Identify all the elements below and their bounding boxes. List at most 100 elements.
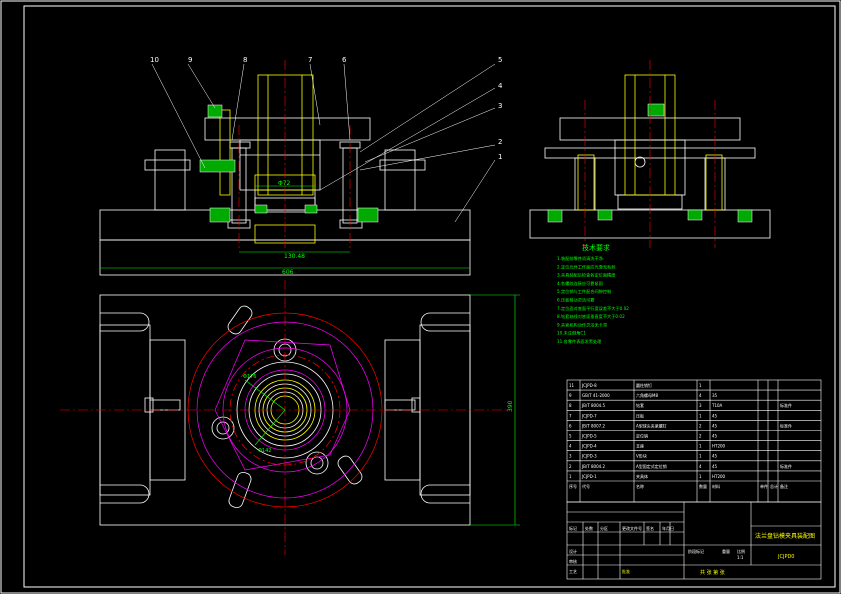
- bom-cell-note: 标准件: [780, 402, 792, 408]
- sheet-label: 共 张 第 张: [700, 569, 725, 576]
- dim-base-width: 390: [507, 400, 514, 412]
- balloon-8: 8: [243, 56, 247, 64]
- balloon-7: 7: [308, 56, 312, 64]
- tb-cell: 审核: [569, 558, 577, 564]
- title-block: [566, 501, 822, 580]
- bom-cell-note: 标准件: [780, 463, 792, 469]
- bom-cell-material: HT200: [712, 474, 726, 479]
- balloon-labels: 10 9 8 7 6 5 4 3 2 1: [150, 56, 503, 161]
- top-view-centerlines: [60, 280, 510, 555]
- bom-cell-code: JCJPD-1: [581, 474, 597, 479]
- balloon-2: 2: [498, 138, 502, 146]
- tech-notes: 技术要求 1.装配前零件须清洗干净2.定位元件工作面应光滑无毛刺 3.夹具装配后检…: [557, 243, 629, 345]
- bom-cell-qty: 1: [699, 444, 702, 449]
- tb-cell: 比例: [737, 548, 745, 554]
- tech-note-line: 11.各零件表面发黑处理: [557, 338, 602, 345]
- tb-cell: 年月日: [662, 525, 674, 531]
- balloon-5: 5: [498, 56, 502, 64]
- tech-notes-title: 技术要求: [582, 243, 610, 252]
- bom-cell-name: 六角螺母M8: [636, 392, 658, 398]
- tb-cell: 工艺: [569, 569, 577, 574]
- balloon-6: 6: [342, 56, 347, 64]
- bom-header-cell: 代号: [582, 483, 590, 489]
- bom-header-cell: 总计: [770, 483, 778, 489]
- tech-note-line: 10.未注倒角C1: [557, 330, 586, 337]
- bom-cell-index: 5: [569, 434, 572, 439]
- bom-cell-code: JB/T 8004.5: [581, 403, 605, 408]
- tb-cell: 分区: [600, 525, 608, 531]
- bom-cell-index: 1: [569, 474, 572, 479]
- bom-cell-index: 6: [569, 423, 572, 428]
- bom-cell-note: 标准件: [780, 422, 792, 428]
- tech-note-line: 3.夹具装配后检查各定位面精度: [557, 272, 616, 279]
- bom-text: 11 JCJPD-8 圆柱销钉 19 GB/T 41-2000 六角螺母M8 4 358 JB/…: [569, 382, 792, 489]
- bom-cell-code: JB/T 8004.2: [581, 464, 605, 469]
- bom-cell-qty: 3: [699, 403, 702, 408]
- bom-cell-code: JCJPD-3: [581, 454, 597, 459]
- leaders: [151, 63, 496, 223]
- tech-notes-lines: 1.装配前零件须清洗干净2.定位元件工作面应光滑无毛刺 3.夹具装配后检查各定位面…: [557, 255, 629, 345]
- tb-cell: 阶段标记: [688, 548, 704, 554]
- bom-cell-qty: 4: [699, 464, 702, 469]
- bom-cell-material: 45: [712, 413, 718, 418]
- bom-cell-name: 钻套: [636, 402, 644, 408]
- bom-cell-index: 8: [569, 403, 572, 408]
- bom-header-cell: 备注: [780, 483, 788, 489]
- bom-cell-qty: 1: [699, 383, 702, 388]
- tb-cell: 签名: [646, 525, 654, 531]
- bom-cell-code: JCJPD-7: [581, 413, 597, 418]
- bom-cell-qty: 2: [699, 434, 702, 439]
- bom-cell-name: 支座: [636, 443, 644, 449]
- bom-cell-qty: 1: [699, 454, 702, 459]
- bom-cell-name: A型固定式定位销: [636, 463, 667, 469]
- bom-header-cell: 材料: [712, 483, 720, 489]
- bom-cell-name: 夹具体: [636, 473, 648, 479]
- balloon-10: 10: [150, 56, 159, 64]
- bom-cell-code: JCJPD-5: [581, 434, 597, 439]
- bom-cell-code: JCJPD-8: [581, 383, 597, 388]
- front-view-hatch: [199, 104, 379, 223]
- tb-cell: 批准: [622, 568, 630, 574]
- balloon-3: 3: [498, 102, 502, 110]
- inner-frame: [23, 5, 836, 588]
- bom-cell-index: 4: [569, 444, 572, 449]
- bom-header-cell: 名称: [636, 483, 644, 489]
- bom-cell-index: 11: [569, 383, 575, 388]
- drawing-title: 法兰盘钻模夹具装配图: [755, 532, 815, 540]
- tech-note-line: 4.各螺纹连接应可靠紧固: [557, 280, 603, 287]
- bom-cell-code: GB/T 41-2000: [582, 393, 610, 398]
- tb-cell: 重量: [722, 548, 730, 554]
- tech-note-line: 9.夹紧机构动作灵活无卡滞: [557, 321, 607, 328]
- drawing-scale: 1:1: [737, 555, 744, 560]
- bom-cell-material: 35: [712, 393, 718, 398]
- bom-header-cell: 数量: [699, 483, 707, 489]
- tech-note-line: 2.定位元件工作面应光滑无毛刺: [557, 263, 615, 270]
- bom-cell-material: T10A: [711, 403, 723, 408]
- drawing-code: JCJPD0: [777, 554, 795, 560]
- tech-note-line: 1.装配前零件须清洗干净: [557, 255, 603, 262]
- bom-cell-name: 圆柱销钉: [636, 382, 652, 388]
- dim-pin-spacing: 130.48: [284, 253, 305, 260]
- bom-cell-index: 9: [569, 393, 572, 398]
- tech-note-line: 5.定位销与工件配合间隙控制: [557, 288, 611, 295]
- bom-cell-material: 45: [712, 464, 718, 469]
- bom-cell-material: HT200: [712, 444, 726, 449]
- dim-pcd-b: Φ142: [258, 448, 271, 454]
- balloon-4: 4: [498, 82, 503, 90]
- bom-cell-qty: 2: [699, 423, 702, 428]
- bom-cell-qty: 1: [699, 474, 702, 479]
- bom-cell-name: 压板: [636, 412, 644, 418]
- bom-cell-material: 45: [712, 454, 718, 459]
- balloon-9: 9: [188, 56, 192, 64]
- tech-note-line: 7.定位面对底面平行度误差不大于0.02: [557, 305, 629, 312]
- bom-cell-code: JB/T 8007.2: [581, 423, 605, 428]
- bom-header-cell: 单件: [760, 483, 768, 489]
- outer-frame: [0, 0, 841, 594]
- bom-cell-name: 定位销: [636, 433, 648, 439]
- tb-cell: 处数: [585, 525, 593, 531]
- bom-cell-name: A型球头夹紧螺钉: [636, 422, 667, 428]
- tb-cell: 设计: [569, 548, 577, 554]
- tb-cell: 更改文件号: [622, 525, 642, 531]
- bom-cell-qty: 4: [699, 393, 702, 398]
- bom-cell-index: 7: [569, 413, 572, 418]
